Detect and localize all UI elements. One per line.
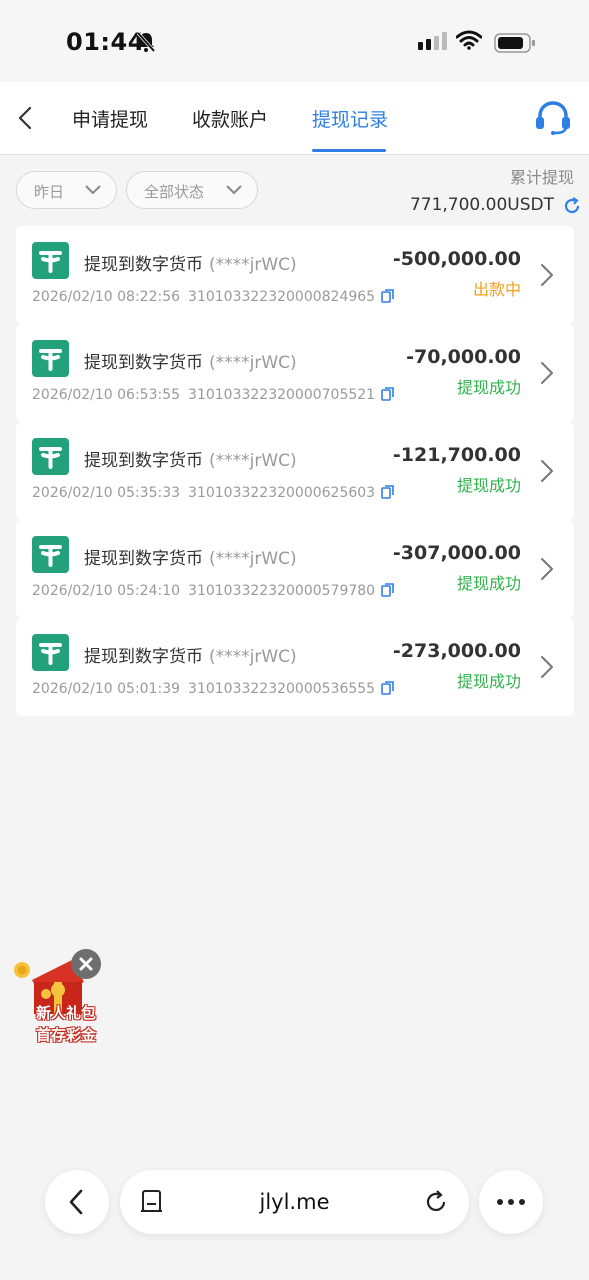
record-masked-address: (****jrWC) xyxy=(209,451,297,471)
withdraw-record-card[interactable]: 提现到数字货币 (****jrWC) 2026/02/10 05:35:33 3101… xyxy=(16,422,574,520)
chevron-right-icon[interactable] xyxy=(539,655,555,679)
chevron-right-icon[interactable] xyxy=(539,557,555,581)
record-title: 提现到数字货币 xyxy=(84,353,203,373)
copy-icon[interactable] xyxy=(381,680,395,695)
record-title-line: 提现到数字货币 (****jrWC) xyxy=(84,446,297,471)
record-time: 2026/02/10 05:35:33 xyxy=(32,485,181,501)
record-masked-address: (****jrWC) xyxy=(209,255,297,275)
promo-close-button[interactable] xyxy=(71,949,101,979)
browser-more-button[interactable] xyxy=(479,1170,543,1234)
chevron-down-icon xyxy=(226,185,242,195)
back-arrow-icon[interactable] xyxy=(14,104,38,132)
record-time: 2026/02/10 08:22:56 xyxy=(32,289,181,305)
status-filter-value: 全部状态 xyxy=(144,183,205,201)
tether-usdt-icon xyxy=(32,634,69,671)
status-filter-dropdown[interactable]: 全部状态 xyxy=(126,171,258,209)
wifi-icon xyxy=(456,30,482,50)
record-masked-address: (****jrWC) xyxy=(209,647,297,667)
record-status: 提现成功 xyxy=(456,574,521,593)
tether-usdt-icon xyxy=(32,340,69,377)
copy-icon[interactable] xyxy=(381,484,395,499)
record-order-id: 310103322320000705521 xyxy=(188,387,376,403)
record-time: 2026/02/10 05:24:10 xyxy=(32,583,181,599)
cellular-signal-icon xyxy=(418,32,447,50)
record-title-line: 提现到数字货币 (****jrWC) xyxy=(84,348,297,373)
tether-usdt-icon xyxy=(32,242,69,279)
customer-service-headset-icon[interactable] xyxy=(534,100,572,136)
withdraw-record-card[interactable]: 提现到数字货币 (****jrWC) 2026/02/10 05:24:10 3101… xyxy=(16,520,574,618)
tab-apply-withdraw[interactable]: 申请提现 xyxy=(72,105,148,132)
record-title: 提现到数字货币 xyxy=(84,451,203,471)
reload-icon[interactable] xyxy=(423,1189,449,1215)
record-amount: -121,700.00 xyxy=(392,444,521,466)
tab-withdraw-records[interactable]: 提现记录 xyxy=(312,105,388,132)
record-meta: 2026/02/10 05:35:33 310103322320000625603 xyxy=(32,484,395,501)
browser-back-button[interactable] xyxy=(45,1170,109,1234)
record-time: 2026/02/10 06:53:55 xyxy=(32,387,181,403)
total-withdrawn-label: 累计提现 xyxy=(509,168,574,187)
copy-icon[interactable] xyxy=(381,288,395,303)
address-bar-url: jlyl.me xyxy=(259,1190,330,1214)
bell-muted-icon xyxy=(136,31,156,53)
record-title-line: 提现到数字货币 (****jrWC) xyxy=(84,642,297,667)
top-navbar: 申请提现 收款账户 提现记录 xyxy=(0,82,589,155)
promo-line-1: 新人礼包 xyxy=(35,1004,96,1022)
status-time: 01:44 xyxy=(66,28,145,56)
date-filter-value: 昨日 xyxy=(34,183,65,201)
record-meta: 2026/02/10 05:24:10 310103322320000579780 xyxy=(32,582,395,599)
chevron-right-icon[interactable] xyxy=(539,459,555,483)
promo-line-2: 首存彩金 xyxy=(35,1026,96,1044)
active-tab-indicator xyxy=(312,149,386,152)
withdraw-record-card[interactable]: 提现到数字货币 (****jrWC) 2026/02/10 08:22:56 3101… xyxy=(16,226,574,324)
record-masked-address: (****jrWC) xyxy=(209,353,297,373)
record-title: 提现到数字货币 xyxy=(84,647,203,667)
record-meta: 2026/02/10 08:22:56 310103322320000824965 xyxy=(32,288,395,305)
date-filter-dropdown[interactable]: 昨日 xyxy=(16,171,117,209)
refresh-icon[interactable] xyxy=(562,196,582,216)
record-order-id: 310103322320000625603 xyxy=(188,485,376,501)
record-title-line: 提现到数字货币 (****jrWC) xyxy=(84,250,297,275)
tether-usdt-icon xyxy=(32,536,69,573)
record-masked-address: (****jrWC) xyxy=(209,549,297,569)
chevron-down-icon xyxy=(85,185,101,195)
withdraw-record-card[interactable]: 提现到数字货币 (****jrWC) 2026/02/10 06:53:55 3101… xyxy=(16,324,574,422)
withdraw-record-card[interactable]: 提现到数字货币 (****jrWC) 2026/02/10 05:01:39 3101… xyxy=(16,618,574,716)
record-meta: 2026/02/10 05:01:39 310103322320000536555 xyxy=(32,680,395,697)
record-amount: -307,000.00 xyxy=(392,542,521,564)
record-title: 提现到数字货币 xyxy=(84,549,203,569)
record-status: 提现成功 xyxy=(456,672,521,691)
record-order-id: 310103322320000824965 xyxy=(188,289,376,305)
record-time: 2026/02/10 05:01:39 xyxy=(32,681,181,697)
copy-icon[interactable] xyxy=(381,582,395,597)
record-status: 出款中 xyxy=(472,280,521,299)
battery-icon xyxy=(494,33,535,53)
record-status: 提现成功 xyxy=(456,476,521,495)
more-horizontal-icon xyxy=(497,1199,525,1205)
tab-payment-account[interactable]: 收款账户 xyxy=(192,105,268,132)
tether-usdt-icon xyxy=(32,438,69,475)
copy-icon[interactable] xyxy=(381,386,395,401)
record-meta: 2026/02/10 06:53:55 310103322320000705521 xyxy=(32,386,395,403)
record-order-id: 310103322320000536555 xyxy=(188,681,376,697)
record-amount: -273,000.00 xyxy=(392,640,521,662)
total-withdrawn-value: 771,700.00USDT xyxy=(409,195,554,215)
record-title-line: 提现到数字货币 (****jrWC) xyxy=(84,544,297,569)
record-amount: -70,000.00 xyxy=(406,346,521,368)
record-amount: -500,000.00 xyxy=(392,248,521,270)
status-bar: 01:44 xyxy=(0,0,589,82)
chevron-right-icon[interactable] xyxy=(539,361,555,385)
chevron-right-icon[interactable] xyxy=(539,263,555,287)
chevron-left-icon xyxy=(69,1189,83,1215)
browser-address-bar[interactable]: jlyl.me xyxy=(120,1170,469,1234)
record-title: 提现到数字货币 xyxy=(84,255,203,275)
record-order-id: 310103322320000579780 xyxy=(188,583,376,599)
record-status: 提现成功 xyxy=(456,378,521,397)
close-icon xyxy=(79,957,93,971)
